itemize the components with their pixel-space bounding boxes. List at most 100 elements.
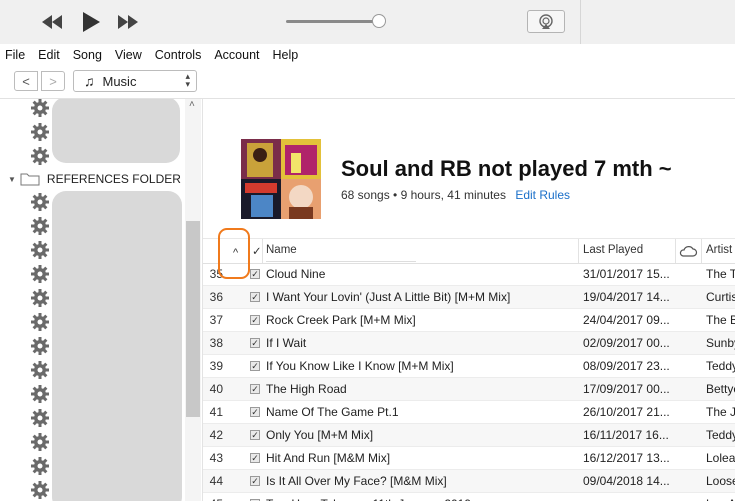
track-artist: Lolea (706, 451, 735, 465)
track-last-played: 02/09/2017 00... (583, 336, 670, 350)
table-row[interactable]: 39 ✓ If You Know Like I Know [M+M Mix] 08/0… (203, 355, 735, 378)
gear-icon (31, 265, 49, 283)
table-row[interactable]: 36 ✓ I Want Your Lovin' (Just A Little Bit… (203, 286, 735, 309)
rewind-icon[interactable] (40, 14, 64, 30)
playlist-meta: 68 songs • 9 hours, 41 minutes Edit Rule… (341, 188, 570, 202)
track-last-played: 09/04/2018 14... (583, 474, 670, 488)
track-last-played: 17/09/2017 00... (583, 382, 670, 396)
menu-bar: File Edit Song View Controls Account Hel… (0, 44, 735, 66)
column-header-last-played[interactable]: Last Played (583, 244, 643, 256)
gear-icon (31, 241, 49, 259)
track-checkbox[interactable]: ✓ (250, 407, 260, 417)
gear-icon (31, 337, 49, 355)
table-row[interactable]: 35✓Cloud Nine31/01/2017 15...The Te (203, 263, 735, 286)
forward-arrow-icon: > (49, 73, 57, 89)
column-divider (675, 239, 676, 263)
track-checkbox[interactable]: ✓ (250, 269, 260, 279)
media-kind-selector[interactable]: ♫ Music ▴ ▾ (73, 70, 197, 92)
gear-icon (31, 481, 49, 499)
transport-bar (0, 0, 735, 45)
back-button[interactable]: < (14, 71, 38, 91)
folder-icon (20, 173, 40, 186)
menu-account[interactable]: Account (209, 48, 267, 62)
menu-file[interactable]: File (0, 48, 33, 62)
column-header-artist[interactable]: Artist (706, 244, 732, 256)
table-row[interactable]: 38 ✓ If I Wait 02/09/2017 00... Sunby (203, 332, 735, 355)
track-artist: Loose (706, 474, 735, 488)
column-divider (578, 239, 579, 263)
table-row[interactable]: 41 ✓ Name Of The Game Pt.1 26/10/2017 21...… (203, 401, 735, 424)
track-artist: Les A (706, 497, 735, 501)
track-checkbox[interactable]: ✓ (250, 430, 260, 440)
track-name: Name Of The Game Pt.1 (266, 405, 399, 419)
navigation-bar: < > ♫ Music ▴ ▾ (0, 66, 735, 99)
gear-icon (31, 385, 49, 403)
forward-button[interactable]: > (41, 71, 65, 91)
track-artist: Curtis (706, 290, 735, 304)
menu-view[interactable]: View (110, 48, 150, 62)
playlist-title: Soul and RB not played 7 mth ~ (341, 156, 672, 181)
scroll-up-icon[interactable]: ˄ (189, 99, 195, 110)
gear-icon (31, 457, 49, 475)
track-checkbox[interactable]: ✓ (250, 361, 260, 371)
track-artist: Teddy (706, 359, 735, 373)
track-number: 45 (203, 497, 223, 501)
playlist-view: Soul and RB not played 7 mth ~ 68 songs … (203, 99, 735, 501)
table-row[interactable]: 42 ✓ Only You [M+M Mix] 16/11/2017 16... Ted… (203, 424, 735, 447)
menu-song[interactable]: Song (68, 48, 110, 62)
menu-edit[interactable]: Edit (33, 48, 68, 62)
gear-icon (31, 361, 49, 379)
track-last-played: 24/04/2017 09... (583, 313, 670, 327)
sidebar-scroll-thumb[interactable] (186, 221, 200, 417)
cloud-icon[interactable] (678, 244, 698, 258)
table-row[interactable]: 37 ✓ Rock Creek Park [M+M Mix] 24/04/2017 0… (203, 309, 735, 332)
table-row[interactable]: 45✓Two Hour Takeover 11th January 2019Le… (203, 493, 735, 501)
sidebar-item-references-folder[interactable]: ▼ REFERENCES FOLDER (0, 169, 185, 189)
fast-forward-icon[interactable] (116, 14, 140, 30)
volume-knob[interactable] (372, 14, 386, 28)
track-list: 35✓Cloud Nine31/01/2017 15...The Te36✓I … (203, 263, 735, 501)
gear-icon (31, 409, 49, 427)
track-number: 37 (209, 313, 223, 327)
airplay-button[interactable] (527, 10, 565, 33)
track-checkbox[interactable]: ✓ (250, 292, 260, 302)
track-name: Only You [M+M Mix] (266, 428, 374, 442)
track-last-played: 16/11/2017 16... (583, 428, 669, 442)
volume-slider[interactable] (286, 20, 380, 23)
gear-icon (31, 289, 49, 307)
gear-icon (31, 217, 49, 235)
track-number: 44 (209, 474, 223, 488)
gear-icon (31, 99, 49, 117)
track-checkbox[interactable]: ✓ (250, 453, 260, 463)
back-arrow-icon: < (22, 73, 30, 89)
track-name: The High Road (266, 382, 347, 396)
gear-icon (31, 433, 49, 451)
disclosure-triangle-icon[interactable]: ▼ (8, 175, 16, 184)
chevron-updown-icon: ▴ ▾ (185, 71, 190, 89)
edit-rules-link[interactable]: Edit Rules (515, 188, 570, 202)
track-last-played: 16/12/2017 13... (583, 451, 670, 465)
track-last-played: 26/10/2017 21... (583, 405, 670, 419)
track-last-played: 19/04/2017 14... (583, 290, 670, 304)
table-row[interactable]: 40 ✓ The High Road 17/09/2017 00... Bettye (203, 378, 735, 401)
column-header-check[interactable]: ✓ (252, 244, 262, 258)
table-row[interactable]: 44 ✓ Is It All Over My Face? [M&M Mix] 09/0… (203, 470, 735, 493)
track-name: Two Hour Takeover 11th January 2019 (266, 497, 576, 501)
track-name: Hit And Run [M&M Mix] (266, 451, 391, 465)
playlist-summary: 68 songs • 9 hours, 41 minutes (341, 188, 506, 202)
track-checkbox[interactable]: ✓ (250, 338, 260, 348)
track-artist: Bettye (706, 382, 735, 396)
gear-icon (31, 313, 49, 331)
track-artist: The Jo (706, 405, 735, 419)
track-checkbox[interactable]: ✓ (250, 384, 260, 394)
redacted-playlists-top (52, 99, 180, 163)
track-name: If You Know Like I Know [M+M Mix] (266, 359, 454, 373)
play-icon[interactable] (80, 10, 102, 34)
table-row[interactable]: 43 ✓ Hit And Run [M&M Mix] 16/12/2017 13...… (203, 447, 735, 470)
track-checkbox[interactable]: ✓ (250, 315, 260, 325)
track-number: 36 (209, 290, 223, 304)
menu-controls[interactable]: Controls (150, 48, 210, 62)
track-checkbox[interactable]: ✓ (250, 476, 260, 486)
menu-help[interactable]: Help (268, 48, 307, 62)
gear-icon (31, 147, 49, 165)
